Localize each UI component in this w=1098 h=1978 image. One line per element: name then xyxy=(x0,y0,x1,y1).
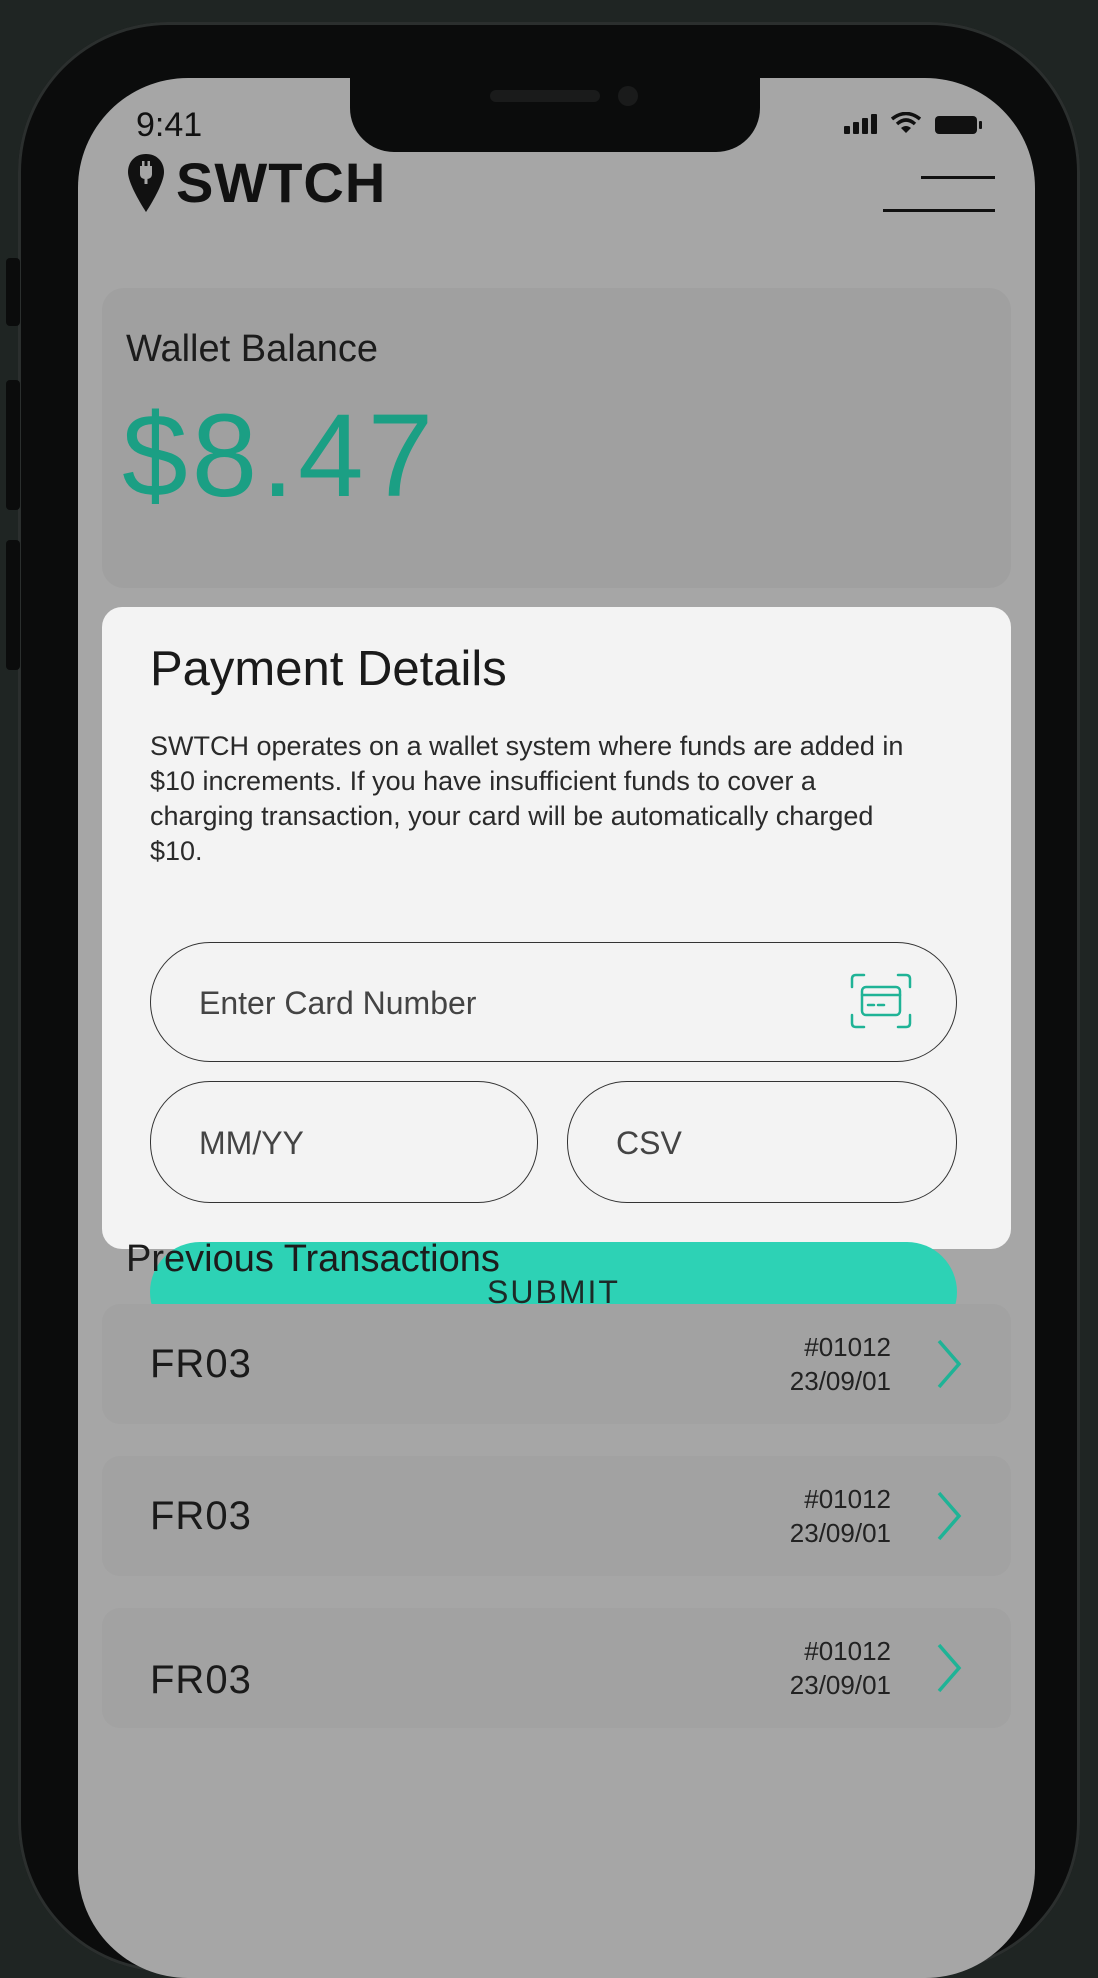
wifi-icon xyxy=(891,112,921,133)
side-button xyxy=(6,380,20,510)
transaction-date: 23/09/01 xyxy=(789,1518,891,1548)
transaction-name: FR03 xyxy=(150,1658,252,1702)
status-icons xyxy=(844,112,982,134)
expiry-input[interactable] xyxy=(197,1082,472,1204)
expiry-field[interactable] xyxy=(150,1081,538,1204)
chevron-right-icon[interactable] xyxy=(935,1490,963,1542)
wallet-label: Wallet Balance xyxy=(126,328,379,370)
battery-icon xyxy=(935,116,982,134)
transaction-meta: #01012 23/09/01 xyxy=(790,1330,891,1398)
transaction-date: 23/09/01 xyxy=(789,1670,891,1700)
transaction-id: #01012 xyxy=(804,1332,891,1362)
brand-name: SWTCH xyxy=(176,151,387,214)
modal-title: Payment Details xyxy=(150,642,507,696)
card-number-field[interactable] xyxy=(150,942,957,1063)
transaction-date: 23/09/01 xyxy=(789,1366,891,1396)
signal-icon xyxy=(844,114,877,134)
side-button xyxy=(6,258,20,326)
location-pin-icon xyxy=(128,153,164,212)
side-button xyxy=(6,540,20,670)
transaction-id: #01012 xyxy=(804,1484,891,1514)
card-number-input[interactable] xyxy=(197,943,765,1063)
chevron-right-icon[interactable] xyxy=(935,1338,963,1390)
transactions-heading: Previous Transactions xyxy=(126,1238,500,1280)
modal-description: SWTCH operates on a wallet system where … xyxy=(150,731,904,866)
csv-input[interactable] xyxy=(614,1082,890,1204)
transaction-meta: #01012 23/09/01 xyxy=(790,1482,891,1550)
transaction-row[interactable]: FR03 #01012 23/09/01 xyxy=(102,1304,1011,1424)
csv-field[interactable] xyxy=(567,1081,957,1204)
menu-button[interactable] xyxy=(883,176,995,212)
transaction-name: FR03 xyxy=(150,1342,252,1386)
transaction-meta: #01012 23/09/01 xyxy=(790,1634,891,1702)
menu-line xyxy=(921,176,995,179)
scan-card-icon[interactable] xyxy=(850,973,912,1029)
brand-logo[interactable]: SWTCH xyxy=(126,150,386,215)
transaction-id: #01012 xyxy=(804,1636,891,1666)
transaction-row[interactable]: FR03 #01012 23/09/01 xyxy=(102,1608,1011,1728)
app-screen: 9:41 SWTCH Wallet Balance $8.47 Payment … xyxy=(78,78,1035,1978)
status-time: 9:41 xyxy=(136,106,203,144)
notch xyxy=(350,78,760,152)
transaction-name: FR03 xyxy=(150,1494,252,1538)
wallet-balance: $8.47 xyxy=(122,390,438,522)
menu-line xyxy=(883,209,995,212)
payment-details-modal: Payment Details SWTCH operates on a wall… xyxy=(102,607,1011,1342)
transaction-row[interactable]: FR03 #01012 23/09/01 xyxy=(102,1456,1011,1576)
chevron-right-icon[interactable] xyxy=(935,1642,963,1694)
